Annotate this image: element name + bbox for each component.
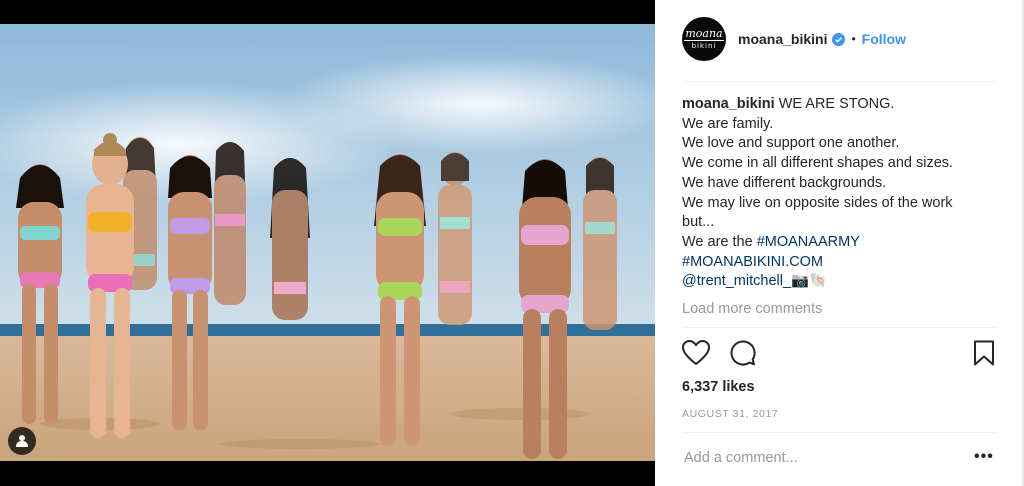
likes-count[interactable]: 6,337 likes [682, 379, 755, 395]
post-header: moana bikini moana_bikini • Follow [682, 16, 998, 62]
post-date: AUGUST 31, 2017 [682, 408, 779, 420]
more-options-button[interactable]: ••• [974, 449, 994, 465]
caption-username[interactable]: moana_bikini [682, 96, 775, 112]
author-username[interactable]: moana_bikini [738, 31, 827, 47]
caption-line: We may live on opposite sides of the wor… [682, 194, 953, 211]
beach-photo-illustration [0, 24, 655, 461]
comment-input[interactable]: Add a comment... [684, 450, 798, 466]
comments-divider [682, 327, 998, 328]
caption-line: We come in all different shapes and size… [682, 155, 954, 172]
follow-button[interactable]: Follow [862, 31, 906, 47]
caption-line: We are the #MOANAARMY [682, 233, 998, 253]
bookmark-icon[interactable] [973, 340, 995, 366]
post-photo[interactable] [0, 24, 655, 461]
caption-line: but... [682, 214, 715, 231]
hashtag-link[interactable]: #MOANABIKINI.COM [682, 254, 823, 270]
caption-line: We are family. [682, 115, 774, 132]
post-media [0, 0, 655, 486]
comment-bubble-icon[interactable] [730, 340, 756, 366]
avatar-logo-line1: moana [684, 26, 724, 41]
avatar-logo-line2: bikini [691, 41, 717, 50]
caption-line: We have different backgrounds. [682, 174, 887, 191]
avatar[interactable]: moana bikini [682, 17, 726, 61]
hashtag-link[interactable]: #MOANAARMY [757, 234, 860, 250]
mention-link[interactable]: @trent_mitchell_ [682, 273, 791, 289]
separator-dot: • [851, 32, 856, 46]
caption-text: WE ARE STONG. [778, 96, 895, 112]
post-sidebar: moana bikini moana_bikini • Follow moana… [656, 0, 1024, 486]
caption-line: moana_bikini WE ARE STONG. [682, 95, 998, 115]
post-caption: moana_bikini WE ARE STONG. We are family… [682, 95, 998, 292]
caption-line: #MOANABIKINI.COM [682, 253, 998, 273]
caption-line: We love and support one another. [682, 135, 900, 152]
caption-text: We are the [682, 233, 757, 250]
action-bar [682, 340, 998, 368]
camera-shell-emoji: 📷🐚 [791, 273, 828, 290]
verified-badge-icon [832, 32, 846, 46]
person-tag-icon[interactable] [8, 427, 36, 455]
header-divider [682, 81, 998, 82]
caption-line: @trent_mitchell_📷🐚 [682, 272, 998, 292]
heart-icon[interactable] [682, 340, 710, 366]
comment-input-divider [682, 432, 998, 433]
load-more-comments-button[interactable]: Load more comments [682, 301, 822, 317]
